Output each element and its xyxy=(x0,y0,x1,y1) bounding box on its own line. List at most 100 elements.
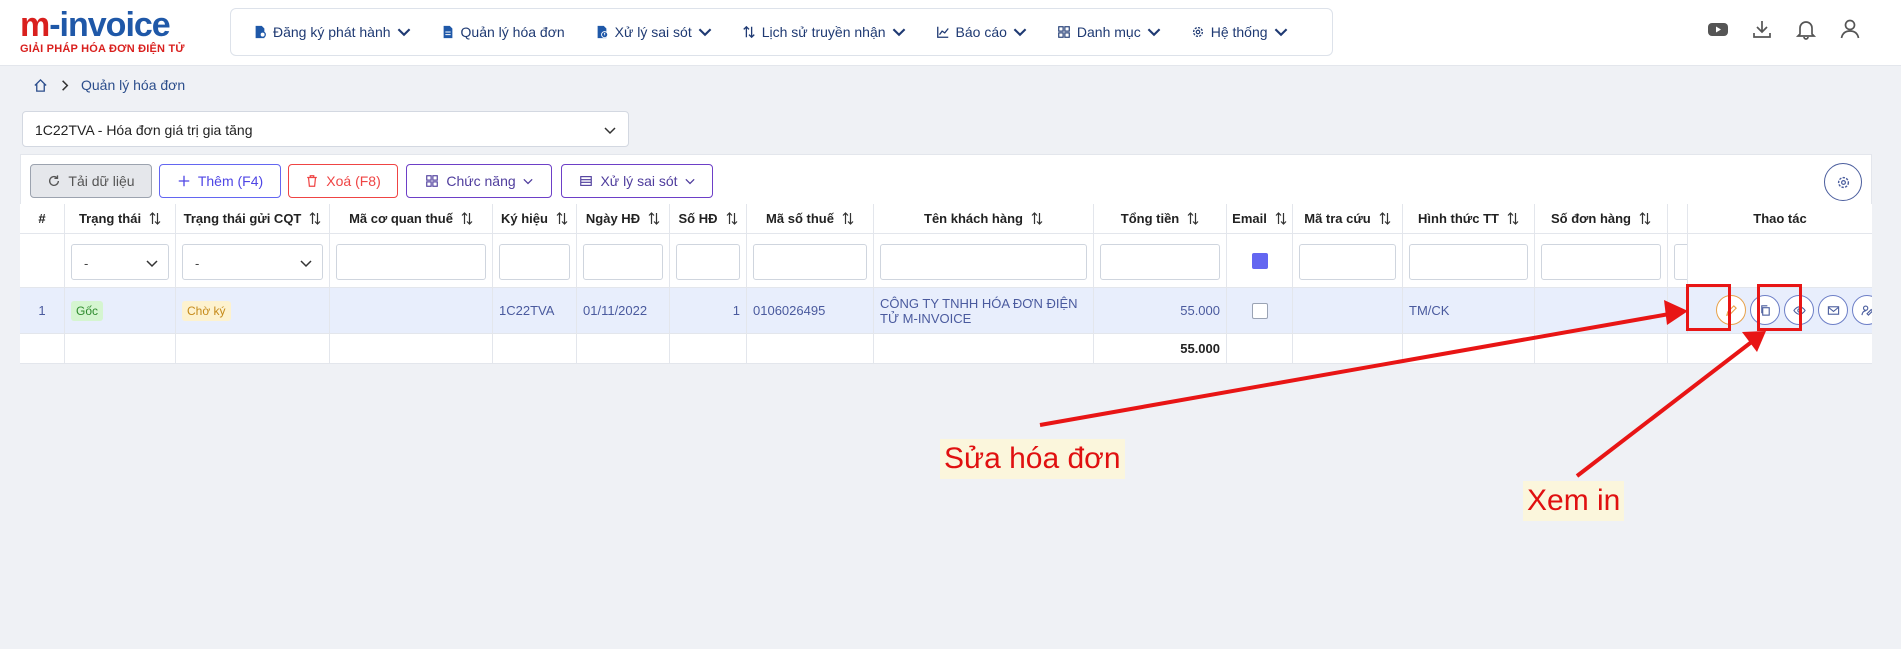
sort-icon[interactable] xyxy=(1639,212,1651,225)
col-header-tax-id[interactable]: Mã số thuế xyxy=(747,204,874,233)
col-header-payment[interactable]: Hình thức TT xyxy=(1403,204,1535,233)
invoice-series-select[interactable]: 1C22TVA - Hóa đơn giá trị gia tăng xyxy=(22,111,629,147)
file-alert-icon xyxy=(597,25,608,39)
functions-dropdown-button[interactable]: Chức năng xyxy=(406,164,552,198)
breadcrumb: Quản lý hóa đơn xyxy=(33,77,185,93)
extra-filter-input[interactable] xyxy=(1674,244,1687,280)
sort-icon[interactable] xyxy=(461,212,473,225)
nav-he-thong[interactable]: Hệ thống xyxy=(1191,24,1288,40)
chevron-right-icon xyxy=(62,79,69,91)
sign-invoice-button[interactable] xyxy=(1852,295,1872,325)
bell-icon[interactable] xyxy=(1795,18,1817,40)
sort-icon[interactable] xyxy=(309,212,321,225)
file-settings-icon xyxy=(255,25,266,39)
nav-xu-ly-sai-sot[interactable]: Xử lý sai sót xyxy=(595,24,712,40)
chevron-down-icon xyxy=(1274,28,1287,37)
breadcrumb-current[interactable]: Quản lý hóa đơn xyxy=(81,77,185,93)
invoice-grid: # Trạng thái Trạng thái gửi CQT Mã cơ qu… xyxy=(20,204,1872,364)
tax-agency-filter-input[interactable] xyxy=(336,244,486,280)
cell-total: 55.000 xyxy=(1094,288,1227,333)
chevron-down-icon xyxy=(1147,28,1161,37)
cell-index: 1 xyxy=(20,288,65,333)
sort-icon[interactable] xyxy=(1187,212,1199,225)
sort-icon[interactable] xyxy=(1031,212,1043,225)
status-filter-select[interactable]: - xyxy=(71,244,169,280)
mail-icon xyxy=(1827,305,1839,315)
youtube-icon[interactable] xyxy=(1707,18,1729,40)
col-header-date[interactable]: Ngày HĐ xyxy=(577,204,670,233)
tax-id-filter-input[interactable] xyxy=(753,244,867,280)
email-filter-checkbox[interactable] xyxy=(1251,252,1268,269)
grid-total-row: 55.000 xyxy=(20,334,1872,364)
table-row[interactable]: 1 Gốc Chờ ký 1C22TVA 01/11/2022 1 010602… xyxy=(20,288,1872,334)
col-header-extra xyxy=(1668,204,1688,233)
number-filter-input[interactable] xyxy=(676,244,740,280)
trash-icon xyxy=(307,175,318,187)
file-icon xyxy=(443,25,452,39)
cqt-status-filter-select[interactable]: - xyxy=(182,244,323,280)
preview-print-callout: Xem in xyxy=(1523,481,1625,521)
col-header-tax-agency[interactable]: Mã cơ quan thuế xyxy=(330,204,493,233)
sort-icon[interactable] xyxy=(1275,212,1287,225)
m-invoice-logo[interactable]: m-invoice GIẢI PHÁP HÓA ĐƠN ĐIỆN TỬ xyxy=(20,8,200,56)
chevron-down-icon xyxy=(146,260,158,268)
cell-tax-id: 0106026495 xyxy=(747,288,874,333)
plus-icon xyxy=(178,175,190,187)
reload-button[interactable]: Tải dữ liệu xyxy=(30,164,152,198)
status-badge: Gốc xyxy=(71,300,104,321)
col-header-total[interactable]: Tổng tiền xyxy=(1094,204,1227,233)
sort-icon[interactable] xyxy=(726,212,738,225)
sort-icon[interactable] xyxy=(1507,212,1519,225)
sort-icon[interactable] xyxy=(1379,212,1391,225)
home-icon[interactable] xyxy=(33,78,48,93)
email-checkbox[interactable] xyxy=(1251,302,1268,319)
edit-invoice-callout: Sửa hóa đơn xyxy=(940,439,1125,479)
chevron-down-icon xyxy=(397,28,410,37)
nav-dang-ky-phat-hanh[interactable]: Đăng ký phát hành xyxy=(253,24,411,40)
cqt-status-badge: Chờ ký xyxy=(182,300,231,321)
grid-settings-button[interactable] xyxy=(1824,163,1862,201)
total-filter-input[interactable] xyxy=(1100,244,1220,280)
cell-symbol: 1C22TVA xyxy=(493,288,577,333)
download-icon[interactable] xyxy=(1751,18,1773,40)
list-icon xyxy=(580,176,593,186)
cell-customer: CÔNG TY TNHH HÓA ĐƠN ĐIỆN TỬ M-INVOICE xyxy=(874,288,1094,333)
sign-icon xyxy=(1860,304,1872,316)
delete-button[interactable]: Xoá (F8) xyxy=(288,164,398,198)
col-header-symbol[interactable]: Ký hiệu xyxy=(493,204,577,233)
lookup-filter-input[interactable] xyxy=(1299,244,1396,280)
main-navbar: Đăng ký phát hành Quản lý hóa đơn Xử lý … xyxy=(230,8,1333,56)
sort-icon[interactable] xyxy=(149,212,161,225)
nav-danh-muc[interactable]: Danh mục xyxy=(1057,24,1161,40)
cell-payment: TM/CK xyxy=(1403,288,1535,333)
gear-icon xyxy=(1837,176,1849,188)
col-header-number[interactable]: Số HĐ xyxy=(670,204,747,233)
col-header-order-no[interactable]: Số đơn hàng xyxy=(1535,204,1668,233)
add-button[interactable]: Thêm (F4) xyxy=(159,164,281,198)
chevron-down-icon xyxy=(300,260,312,268)
symbol-filter-input[interactable] xyxy=(499,244,570,280)
col-header-email[interactable]: Email xyxy=(1227,204,1293,233)
user-icon[interactable] xyxy=(1839,18,1861,40)
payment-filter-input[interactable] xyxy=(1409,244,1528,280)
sort-icon[interactable] xyxy=(842,212,854,225)
nav-bao-cao[interactable]: Báo cáo xyxy=(936,24,1027,40)
order-no-filter-input[interactable] xyxy=(1541,244,1661,280)
cell-order-no xyxy=(1535,288,1668,333)
logo-tagline: GIẢI PHÁP HÓA ĐƠN ĐIỆN TỬ xyxy=(20,43,185,55)
col-header-customer[interactable]: Tên khách hàng xyxy=(874,204,1094,233)
app-header: m-invoice GIẢI PHÁP HÓA ĐƠN ĐIỆN TỬ Đăng… xyxy=(0,0,1901,66)
nav-quan-ly-hoa-don[interactable]: Quản lý hóa đơn xyxy=(441,24,565,40)
nav-lich-su-truyen-nhan[interactable]: Lịch sử truyền nhận xyxy=(742,24,906,40)
sort-icon[interactable] xyxy=(556,212,568,225)
customer-filter-input[interactable] xyxy=(880,244,1087,280)
date-filter-input[interactable] xyxy=(583,244,663,280)
fix-errors-dropdown-button[interactable]: Xử lý sai sót xyxy=(561,164,713,198)
email-invoice-button[interactable] xyxy=(1818,295,1848,325)
col-header-cqt-status[interactable]: Trạng thái gửi CQT xyxy=(176,204,330,233)
chevron-down-icon xyxy=(892,28,905,37)
col-header-status[interactable]: Trạng thái xyxy=(65,204,176,233)
col-header-lookup[interactable]: Mã tra cứu xyxy=(1293,204,1403,233)
grid-header-row: # Trạng thái Trạng thái gửi CQT Mã cơ qu… xyxy=(20,204,1872,234)
sort-icon[interactable] xyxy=(648,212,660,225)
